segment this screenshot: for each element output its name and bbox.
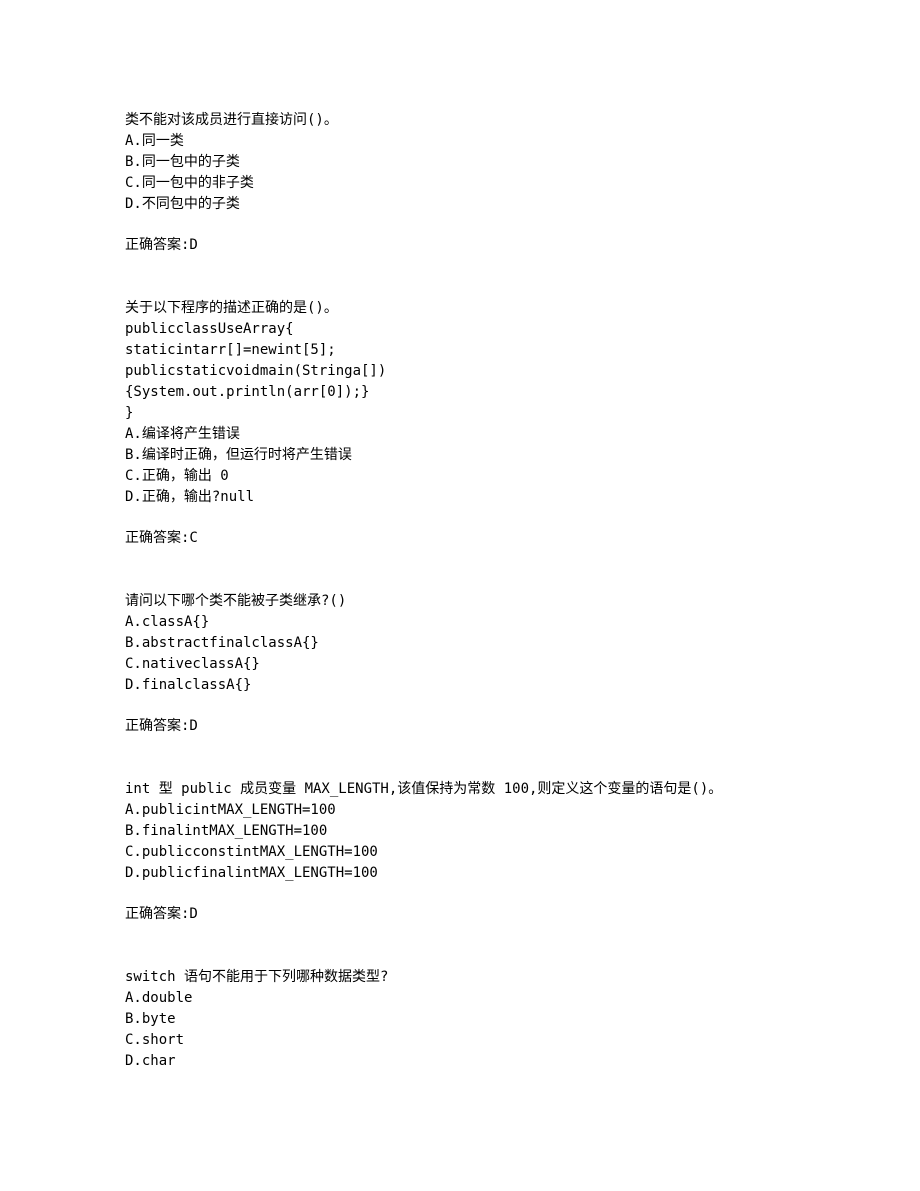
question-stem: 关于以下程序的描述正确的是()。 [125,298,795,319]
option-d: D.publicfinalintMAX_LENGTH=100 [125,863,795,884]
correct-answer: 正确答案:D [125,716,795,737]
question-block-3: 请问以下哪个类不能被子类继承?() A.classA{} B.abstractf… [125,591,795,737]
option-b: B.同一包中的子类 [125,152,795,173]
code-line: publicclassUseArray{ [125,319,795,340]
question-stem: 类不能对该成员进行直接访问()。 [125,110,795,131]
option-b: B.finalintMAX_LENGTH=100 [125,821,795,842]
question-stem: 请问以下哪个类不能被子类继承?() [125,591,795,612]
option-a: A.double [125,988,795,1009]
option-c: C.short [125,1030,795,1051]
option-b: B.byte [125,1009,795,1030]
option-c: C.正确，输出 0 [125,466,795,487]
code-line: } [125,403,795,424]
option-c: C.同一包中的非子类 [125,173,795,194]
code-line: {System.out.println(arr[0]);} [125,382,795,403]
option-b: B.编译时正确，但运行时将产生错误 [125,445,795,466]
option-a: A.publicintMAX_LENGTH=100 [125,800,795,821]
option-b: B.abstractfinalclassA{} [125,633,795,654]
correct-answer: 正确答案:D [125,235,795,256]
option-d: D.finalclassA{} [125,675,795,696]
option-a: A.编译将产生错误 [125,424,795,445]
option-a: A.同一类 [125,131,795,152]
question-stem: int 型 public 成员变量 MAX_LENGTH,该值保持为常数 100… [125,779,795,800]
question-stem: switch 语句不能用于下列哪种数据类型? [125,967,795,988]
question-block-1: 类不能对该成员进行直接访问()。 A.同一类 B.同一包中的子类 C.同一包中的… [125,110,795,256]
correct-answer: 正确答案:D [125,904,795,925]
code-line: publicstaticvoidmain(Stringa[]) [125,361,795,382]
option-c: C.nativeclassA{} [125,654,795,675]
question-block-2: 关于以下程序的描述正确的是()。 publicclassUseArray{ st… [125,298,795,549]
option-a: A.classA{} [125,612,795,633]
question-block-4: int 型 public 成员变量 MAX_LENGTH,该值保持为常数 100… [125,779,795,925]
code-line: staticintarr[]=newint[5]; [125,340,795,361]
option-d: D.不同包中的子类 [125,194,795,215]
option-c: C.publicconstintMAX_LENGTH=100 [125,842,795,863]
correct-answer: 正确答案:C [125,528,795,549]
question-block-5: switch 语句不能用于下列哪种数据类型? A.double B.byte C… [125,967,795,1072]
option-d: D.char [125,1051,795,1072]
option-d: D.正确，输出?null [125,487,795,508]
